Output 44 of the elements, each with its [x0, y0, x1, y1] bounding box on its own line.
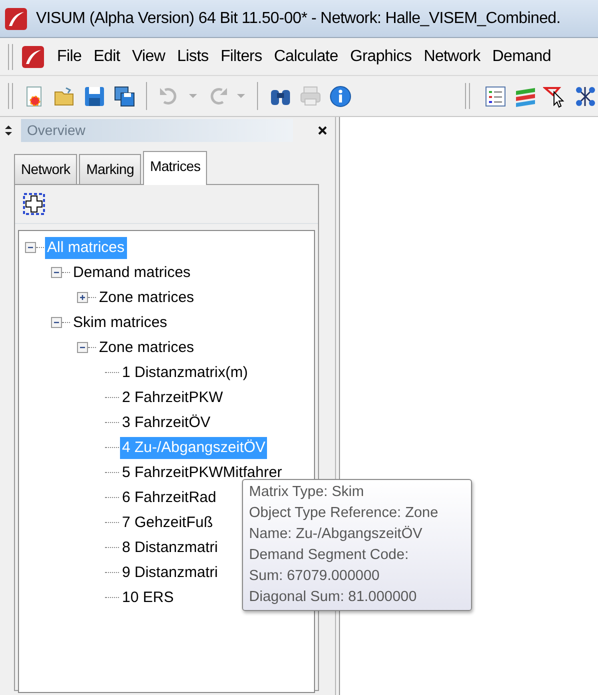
menu-item[interactable]: Calculate: [270, 44, 342, 68]
tree-item[interactable]: 10 ERS: [120, 586, 176, 608]
menu-item[interactable]: Edit: [90, 44, 124, 68]
app-logo-icon[interactable]: [21, 44, 45, 68]
tree-item[interactable]: 2 FahrzeitPKW: [120, 386, 225, 408]
tooltip-line: Demand Segment Code:: [249, 546, 410, 565]
tree-item[interactable]: 6 FahrzeitRad: [120, 486, 218, 508]
menu-item[interactable]: Lists: [173, 44, 213, 68]
collapse-icon[interactable]: [51, 267, 62, 278]
collapse-icon[interactable]: [51, 317, 62, 328]
tooltip-line: Diagonal Sum: 81.000000: [249, 588, 418, 607]
tree-item[interactable]: 9 Distanzmatri: [120, 562, 220, 584]
menu-item[interactable]: Demand: [488, 44, 555, 68]
window-title: VISUM (Alpha Version) 64 Bit 11.50-00* - Network: Halle_VISEM_Combined.: [36, 8, 560, 28]
close-icon[interactable]: [318, 126, 327, 135]
expand-icon[interactable]: [77, 292, 88, 303]
tree-item[interactable]: Skim matrices: [71, 312, 170, 334]
tree-item[interactable]: Zone matrices: [97, 336, 196, 358]
tab[interactable]: Marking: [79, 154, 141, 184]
tree-item[interactable]: Demand matrices: [71, 262, 193, 284]
tree-item[interactable]: 7 GehzeitFuß: [120, 512, 215, 534]
menu-item[interactable]: View: [128, 44, 170, 68]
menu-item[interactable]: Graphics: [346, 44, 416, 68]
app-logo-icon: [4, 6, 28, 30]
tooltip-line: Sum: 67079.000000: [249, 567, 381, 586]
tree-item[interactable]: 8 Distanzmatri: [120, 536, 220, 558]
tab[interactable]: Network: [14, 154, 78, 184]
menu-item[interactable]: File: [53, 44, 86, 68]
tooltip-line: Name: Zu-/AbgangszeitÖV: [249, 524, 424, 544]
collapse-icon[interactable]: [25, 242, 36, 253]
collapse-icon[interactable]: [77, 342, 88, 353]
tree-item[interactable]: 3 FahrzeitÖV: [120, 412, 212, 434]
menu-item[interactable]: Network: [420, 44, 484, 68]
tab[interactable]: Matrices: [142, 151, 208, 185]
tooltip-line: Object Type Reference: Zone: [249, 504, 440, 523]
tree-item[interactable]: 5 FahrzeitPKWMitfahrer: [120, 462, 284, 484]
tree-item[interactable]: Zone matrices: [97, 286, 196, 308]
tooltip-line: Matrix Type: Skim: [249, 483, 365, 502]
menu-item[interactable]: Filters: [216, 44, 266, 68]
info-icon[interactable]: [327, 83, 353, 109]
splitter-arrows-icon[interactable]: [4, 125, 13, 136]
add-matrix-icon[interactable]: [23, 193, 45, 215]
panel-title: Overview: [21, 119, 293, 142]
tree-item[interactable]: 1 Distanzmatrix(m): [120, 362, 250, 384]
